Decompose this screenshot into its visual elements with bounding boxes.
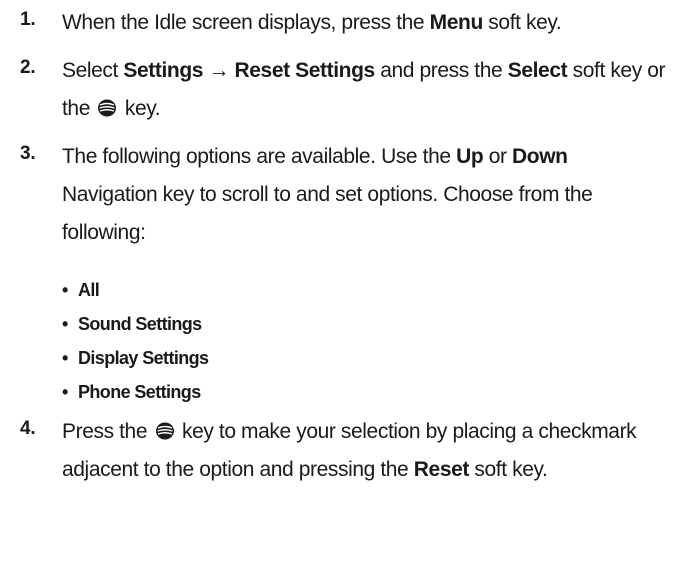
bullet: • <box>62 348 68 368</box>
step-text-segment: soft key. <box>482 11 562 34</box>
step-text-segment: The following options are available. Use… <box>62 145 457 168</box>
step-number: 3. <box>20 143 36 164</box>
option-item-phone-settings: • Phone Settings <box>62 375 462 409</box>
key-name: Reset <box>413 458 470 481</box>
bullet: • <box>62 382 68 402</box>
nav-key-icon <box>98 99 117 117</box>
step-text: When the Idle screen displays, press the… <box>62 4 668 42</box>
key-name: Menu <box>429 11 484 34</box>
step-number: 4. <box>20 418 36 439</box>
option-label: Display Settings <box>78 348 209 368</box>
option-item-all: • All <box>62 273 462 307</box>
step-text-segment: and press the <box>374 59 508 82</box>
step-text-segment: Navigation key to scroll to and set opti… <box>62 183 593 244</box>
step-text-segment: Press the <box>62 420 153 443</box>
menu-path: Settings → Reset Settings <box>123 59 375 82</box>
key-name: Up <box>456 145 484 168</box>
option-label: Sound Settings <box>78 314 202 334</box>
option-label: All <box>78 280 100 300</box>
nav-key-icon <box>155 422 174 440</box>
step-text-segment: or <box>483 145 513 168</box>
step-text: Select Settings → Reset Settings and pre… <box>62 52 668 128</box>
option-item-display-settings: • Display Settings <box>62 341 462 375</box>
step-text-segment: When the Idle screen displays, press the <box>62 11 430 34</box>
option-list: • All • Sound Settings • Display Settings •… <box>62 273 462 409</box>
key-name: Select <box>507 59 568 82</box>
step-number: 1. <box>20 9 36 30</box>
key-name: Down <box>512 145 568 168</box>
option-item-sound-settings: • Sound Settings <box>62 307 462 341</box>
step-text-segment: key. <box>119 97 161 120</box>
step-text-segment: Select <box>62 59 124 82</box>
step-text: Press the key to make your selection by … <box>62 413 668 489</box>
step-text: The following options are available. Use… <box>62 138 668 252</box>
step-text-segment: soft key. <box>468 458 548 481</box>
step-number: 2. <box>20 57 36 78</box>
instruction-page: 1. When the Idle screen displays, press … <box>0 0 676 573</box>
option-label: Phone Settings <box>78 382 201 402</box>
bullet: • <box>62 280 68 300</box>
bullet: • <box>62 314 68 334</box>
